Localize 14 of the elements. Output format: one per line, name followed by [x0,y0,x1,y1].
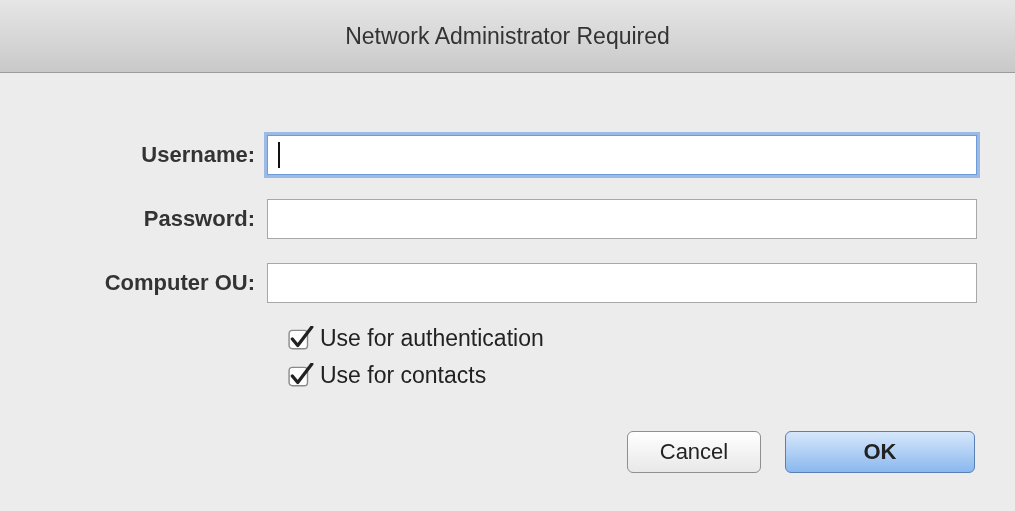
checkbox[interactable] [288,362,314,389]
checkbox-option[interactable]: Use for contacts [288,362,975,389]
window-title: Network Administrator Required [345,22,670,50]
field-label: Password: [142,206,255,232]
input-field[interactable] [267,199,977,239]
dialog-button[interactable]: Cancel [627,431,761,473]
input-field[interactable] [267,135,977,175]
dialog-button[interactable]: OK [785,431,975,473]
field-label: Username: [140,142,255,168]
input-field[interactable] [267,263,977,303]
field-label: Computer OU: [103,270,255,296]
checkbox[interactable] [288,325,314,352]
text-cursor [278,142,280,168]
checkbox-option[interactable]: Use for authentication [288,325,975,352]
